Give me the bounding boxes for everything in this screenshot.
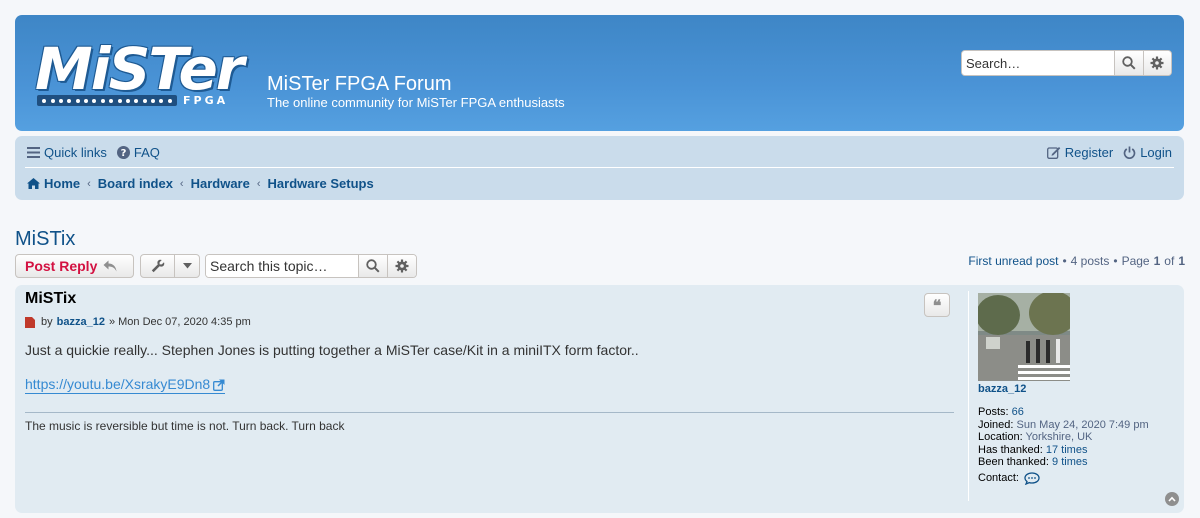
logo-wordmark: MiSTer	[35, 35, 244, 103]
post-reply-label: Post Reply	[25, 258, 98, 274]
search-icon	[1122, 56, 1136, 70]
breadcrumb-hardware[interactable]: Hardware	[191, 176, 250, 191]
quote-button[interactable]: ❝	[924, 293, 950, 317]
profile-joined: Sun May 24, 2020 7:49 pm	[1016, 418, 1149, 431]
profile-been-thanked[interactable]: 9 times	[1052, 456, 1087, 468]
caret-down-icon	[175, 255, 199, 277]
profile-posts-count[interactable]: 66	[1012, 406, 1024, 418]
breadcrumb-home[interactable]: Home	[44, 176, 80, 191]
total-pages: 1	[1178, 254, 1185, 268]
search-icon	[366, 259, 380, 273]
home-icon	[27, 178, 40, 189]
logo-subtext: FPGA	[183, 94, 229, 107]
post-file-icon[interactable]	[25, 316, 35, 328]
been-thanked-label: Been thanked:	[978, 456, 1049, 468]
faq-link[interactable]: ? FAQ	[116, 145, 160, 160]
chevron-left-icon: ‹	[256, 177, 261, 190]
post-date: » Mon Dec 07, 2020 4:35 pm	[108, 316, 251, 328]
site-header: MiSTer FPGA MiSTer FPGA Forum The online…	[15, 15, 1184, 131]
page-label: Page	[1121, 254, 1150, 268]
reply-icon	[103, 260, 117, 272]
topic-search-button[interactable]	[358, 255, 387, 277]
profile-details: Posts: 66 Joined: Sun May 24, 2020 7:49 …	[978, 406, 1149, 485]
signature-divider	[25, 412, 954, 413]
profile-divider	[968, 291, 969, 501]
current-page: 1	[1153, 254, 1161, 268]
search-input[interactable]	[962, 51, 1114, 75]
post-reply-button[interactable]: Post Reply	[15, 254, 134, 278]
first-unread-link[interactable]: First unread post	[968, 254, 1058, 268]
logo-bar	[37, 95, 177, 106]
separator-dot: •	[1062, 254, 1067, 268]
site-title[interactable]: MiSTer FPGA Forum	[267, 73, 451, 96]
has-thanked-label: Has thanked:	[978, 443, 1043, 456]
register-link[interactable]: Register	[1046, 145, 1114, 160]
topic-advanced-search-button[interactable]	[387, 255, 416, 277]
contact-chat-icon[interactable]	[1024, 471, 1040, 485]
site-description: The online community for MiSTer FPGA ent…	[267, 95, 565, 110]
power-icon	[1123, 146, 1136, 159]
post-link-text: https://youtu.be/XsrakyE9Dn8	[25, 376, 211, 392]
topic-title[interactable]: MiSTix	[15, 228, 75, 251]
login-link[interactable]: Login	[1123, 145, 1172, 160]
quote-icon: ❝	[932, 295, 942, 315]
svg-text:?: ?	[120, 148, 126, 159]
header-search	[961, 50, 1172, 76]
gear-icon	[395, 259, 409, 273]
login-label: Login	[1140, 145, 1172, 160]
by-label: by	[41, 316, 53, 328]
breadcrumb-board-index[interactable]: Board index	[98, 176, 173, 191]
register-label: Register	[1064, 145, 1114, 160]
avatar[interactable]	[978, 293, 1070, 381]
faq-label: FAQ	[133, 145, 160, 160]
topic-tools-dropdown[interactable]	[140, 254, 200, 278]
contact-label: Contact:	[978, 471, 1019, 484]
back-to-top-button[interactable]	[1165, 492, 1179, 506]
chevron-left-icon: ‹	[87, 177, 91, 190]
post-body: Just a quickie really... Stephen Jones i…	[25, 342, 639, 358]
profile-username[interactable]: bazza_12	[978, 383, 1026, 395]
topic-search-input[interactable]	[206, 255, 358, 277]
post: MiSTix by bazza_12 » Mon Dec 07, 2020 4:…	[15, 285, 1184, 513]
edit-icon	[1046, 146, 1061, 159]
of-label: of	[1164, 254, 1175, 268]
separator-dot: •	[1113, 254, 1118, 268]
nav-bar: Quick links ? FAQ Register Login Home ‹ …	[15, 136, 1184, 200]
post-youtube-link[interactable]: https://youtu.be/XsrakyE9Dn8	[25, 376, 226, 394]
external-link-icon	[213, 379, 225, 391]
pagination: First unread post • 4 posts • Page 1 of …	[968, 254, 1185, 268]
location-label: Location:	[978, 431, 1023, 443]
search-button[interactable]	[1114, 51, 1143, 75]
post-author[interactable]: bazza_12	[57, 316, 105, 328]
posts-count: 4 posts	[1070, 254, 1110, 268]
post-signature: The music is reversible but time is not.…	[25, 419, 345, 433]
post-meta: by bazza_12 » Mon Dec 07, 2020 4:35 pm	[25, 316, 251, 328]
post-subject[interactable]: MiSTix	[25, 290, 76, 308]
breadcrumb-hardware-setups[interactable]: Hardware Setups	[268, 176, 374, 191]
nav-divider	[25, 167, 1174, 168]
question-icon: ?	[116, 146, 130, 159]
site-logo[interactable]: MiSTer FPGA	[35, 35, 250, 125]
posts-label: Posts:	[978, 406, 1009, 418]
advanced-search-button[interactable]	[1142, 51, 1171, 75]
profile-has-thanked[interactable]: 17 times	[1046, 444, 1088, 456]
gear-icon	[1150, 56, 1164, 70]
joined-label: Joined:	[978, 418, 1014, 431]
hamburger-icon	[27, 147, 40, 158]
chevron-up-icon	[1168, 496, 1176, 502]
breadcrumb: Home ‹ Board index ‹ Hardware ‹ Hardware…	[27, 176, 374, 191]
quick-links-label: Quick links	[44, 145, 107, 160]
profile-location: Yorkshire, UK	[1025, 431, 1093, 443]
chevron-left-icon: ‹	[179, 177, 184, 190]
wrench-icon	[141, 255, 175, 277]
quick-links-menu[interactable]: Quick links	[27, 145, 107, 160]
topic-search	[205, 254, 417, 278]
